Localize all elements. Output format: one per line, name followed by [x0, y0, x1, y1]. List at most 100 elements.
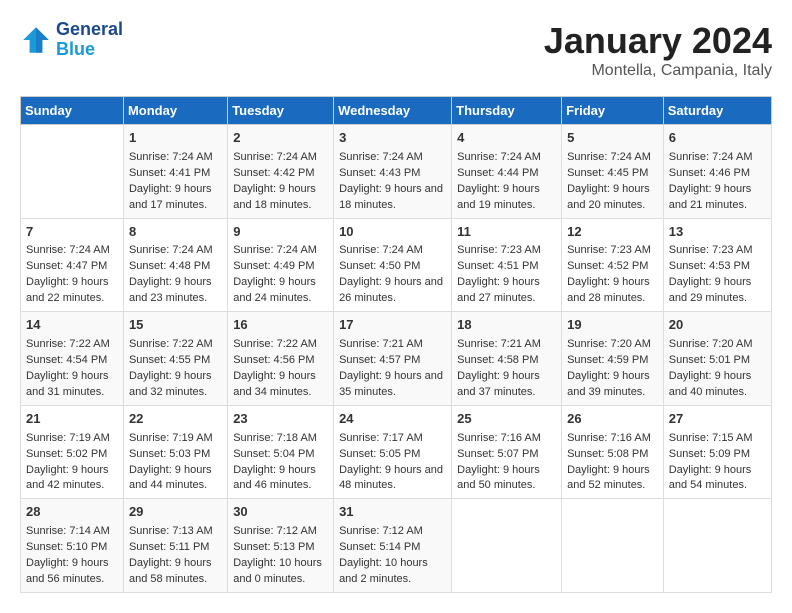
calendar-table: SundayMondayTuesdayWednesdayThursdayFrid… [20, 96, 772, 593]
sunrise-text: Sunrise: 7:21 AM [457, 338, 541, 350]
sunset-text: Sunset: 4:50 PM [339, 260, 420, 272]
calendar-cell: 16Sunrise: 7:22 AMSunset: 4:56 PMDayligh… [228, 312, 334, 406]
sunset-text: Sunset: 4:59 PM [567, 354, 648, 366]
logo-line2: Blue [56, 40, 123, 60]
sunrise-text: Sunrise: 7:22 AM [233, 338, 317, 350]
sunset-text: Sunset: 4:49 PM [233, 260, 314, 272]
calendar-week-row: 1 Sunrise: 7:24 AM Sunset: 4:41 PM Daylight… [21, 125, 772, 219]
calendar-week-row: 7Sunrise: 7:24 AMSunset: 4:47 PMDaylight… [21, 218, 772, 312]
sunrise-text: Sunrise: 7:15 AM [669, 432, 753, 444]
daylight-text: Daylight: 9 hours and 44 minutes. [129, 464, 212, 492]
daylight-text: Daylight: 9 hours and 52 minutes. [567, 464, 650, 492]
sunrise-text: Sunrise: 7:24 AM [233, 244, 317, 256]
daylight-text: Daylight: 9 hours and 42 minutes. [26, 464, 109, 492]
sunrise-text: Sunrise: 7:24 AM [129, 244, 213, 256]
sunrise-text: Sunrise: 7:16 AM [457, 432, 541, 444]
day-number: 14 [26, 316, 118, 335]
daylight-text: Daylight: 9 hours and 35 minutes. [339, 370, 443, 398]
daylight-text: Daylight: 9 hours and 54 minutes. [669, 464, 752, 492]
sunrise-text: Sunrise: 7:19 AM [26, 432, 110, 444]
sunset-text: Sunset: 5:13 PM [233, 541, 314, 553]
sunset-text: Sunset: 5:01 PM [669, 354, 750, 366]
day-number: 10 [339, 223, 446, 242]
calendar-cell: 29Sunrise: 7:13 AMSunset: 5:11 PMDayligh… [123, 499, 227, 593]
sunrise-text: Sunrise: 7:20 AM [567, 338, 651, 350]
calendar-cell: 31Sunrise: 7:12 AMSunset: 5:14 PMDayligh… [334, 499, 452, 593]
sunset-text: Sunset: 5:09 PM [669, 448, 750, 460]
sunset-text: Sunset: 4:47 PM [26, 260, 107, 272]
calendar-cell: 27Sunrise: 7:15 AMSunset: 5:09 PMDayligh… [663, 405, 771, 499]
daylight-text: Daylight: 9 hours and 26 minutes. [339, 276, 443, 304]
calendar-cell: 13Sunrise: 7:23 AMSunset: 4:53 PMDayligh… [663, 218, 771, 312]
sunrise-text: Sunrise: 7:23 AM [457, 244, 541, 256]
daylight-text: Daylight: 9 hours and 37 minutes. [457, 370, 540, 398]
calendar-cell: 22Sunrise: 7:19 AMSunset: 5:03 PMDayligh… [123, 405, 227, 499]
daylight-text: Daylight: 9 hours and 22 minutes. [26, 276, 109, 304]
sunrise-text: Sunrise: 7:24 AM [567, 151, 651, 163]
location-title: Montella, Campania, Italy [544, 62, 772, 80]
day-number: 18 [457, 316, 556, 335]
day-header: Thursday [452, 97, 562, 125]
sunrise-text: Sunrise: 7:24 AM [339, 151, 423, 163]
day-number: 8 [129, 223, 222, 242]
calendar-cell: 17Sunrise: 7:21 AMSunset: 4:57 PMDayligh… [334, 312, 452, 406]
daylight-text: Daylight: 9 hours and 21 minutes. [669, 183, 752, 211]
daylight-text: Daylight: 9 hours and 29 minutes. [669, 276, 752, 304]
day-header: Saturday [663, 97, 771, 125]
sunset-text: Sunset: 5:10 PM [26, 541, 107, 553]
calendar-cell: 26Sunrise: 7:16 AMSunset: 5:08 PMDayligh… [562, 405, 664, 499]
sunset-text: Sunset: 5:04 PM [233, 448, 314, 460]
day-number: 17 [339, 316, 446, 335]
sunset-text: Sunset: 4:41 PM [129, 167, 210, 179]
logo-icon [20, 24, 52, 56]
calendar-cell [21, 125, 124, 219]
header-row: SundayMondayTuesdayWednesdayThursdayFrid… [21, 97, 772, 125]
calendar-cell: 23Sunrise: 7:18 AMSunset: 5:04 PMDayligh… [228, 405, 334, 499]
sunrise-text: Sunrise: 7:20 AM [669, 338, 753, 350]
sunset-text: Sunset: 5:07 PM [457, 448, 538, 460]
calendar-week-row: 21 Sunrise: 7:19 AM Sunset: 5:02 PM Dayligh… [21, 405, 772, 499]
day-number: 11 [457, 223, 556, 242]
daylight-text: Daylight: 10 hours and 0 minutes. [233, 557, 322, 585]
calendar-cell: 14Sunrise: 7:22 AMSunset: 4:54 PMDayligh… [21, 312, 124, 406]
daylight-text: Daylight: 9 hours and 50 minutes. [457, 464, 540, 492]
day-number: 21 [26, 410, 118, 429]
day-number: 1 [129, 129, 222, 148]
daylight-text: Daylight: 9 hours and 18 minutes. [339, 183, 443, 211]
sunrise-text: Sunrise: 7:23 AM [567, 244, 651, 256]
daylight-text: Daylight: 9 hours and 56 minutes. [26, 557, 109, 585]
sunrise-text: Sunrise: 7:18 AM [233, 432, 317, 444]
sunrise-text: Sunrise: 7:22 AM [129, 338, 213, 350]
sunrise-text: Sunrise: 7:16 AM [567, 432, 651, 444]
day-number: 30 [233, 503, 328, 522]
calendar-cell: 1Sunrise: 7:24 AMSunset: 4:41 PMDaylight… [123, 125, 227, 219]
daylight-text: Daylight: 9 hours and 39 minutes. [567, 370, 650, 398]
day-number: 25 [457, 410, 556, 429]
sunset-text: Sunset: 4:48 PM [129, 260, 210, 272]
calendar-cell: 15Sunrise: 7:22 AMSunset: 4:55 PMDayligh… [123, 312, 227, 406]
title-area: January 2024 Montella, Campania, Italy [544, 20, 772, 80]
daylight-text: Daylight: 9 hours and 34 minutes. [233, 370, 316, 398]
daylight-text: Daylight: 9 hours and 24 minutes. [233, 276, 316, 304]
sunrise-text: Sunrise: 7:24 AM [669, 151, 753, 163]
day-header: Monday [123, 97, 227, 125]
calendar-cell: 3Sunrise: 7:24 AMSunset: 4:43 PMDaylight… [334, 125, 452, 219]
daylight-text: Daylight: 9 hours and 28 minutes. [567, 276, 650, 304]
calendar-cell: 6Sunrise: 7:24 AMSunset: 4:46 PMDaylight… [663, 125, 771, 219]
sunset-text: Sunset: 5:02 PM [26, 448, 107, 460]
sunset-text: Sunset: 4:58 PM [457, 354, 538, 366]
sunset-text: Sunset: 5:08 PM [567, 448, 648, 460]
sunrise-text: Sunrise: 7:12 AM [339, 525, 423, 537]
daylight-text: Daylight: 9 hours and 27 minutes. [457, 276, 540, 304]
calendar-cell [562, 499, 664, 593]
sunset-text: Sunset: 4:57 PM [339, 354, 420, 366]
sunrise-text: Sunrise: 7:23 AM [669, 244, 753, 256]
calendar-cell: 12Sunrise: 7:23 AMSunset: 4:52 PMDayligh… [562, 218, 664, 312]
calendar-cell: 24Sunrise: 7:17 AMSunset: 5:05 PMDayligh… [334, 405, 452, 499]
sunset-text: Sunset: 4:56 PM [233, 354, 314, 366]
calendar-cell [452, 499, 562, 593]
day-number: 12 [567, 223, 658, 242]
daylight-text: Daylight: 9 hours and 58 minutes. [129, 557, 212, 585]
day-number: 31 [339, 503, 446, 522]
logo-text: General Blue [56, 20, 123, 60]
